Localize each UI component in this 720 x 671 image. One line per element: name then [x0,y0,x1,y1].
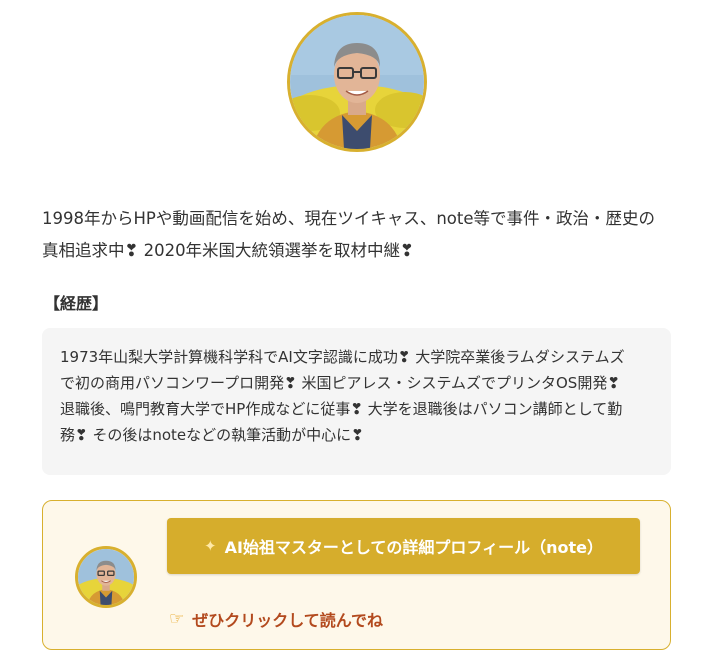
detailed-profile-label: AI始祖マスターとしての詳細プロフィール（note） [224,538,603,557]
profile-avatar [287,12,427,152]
career-box: 1973年山梨大学計算機科学科でAI文字認識に成功❣ 大学院卒業後ラムダシステム… [42,328,671,475]
avatar-photo [290,15,424,149]
card-avatar [75,546,137,608]
pointing-hand-icon: ☞ [169,609,185,629]
detailed-profile-button[interactable]: ✦ AI始祖マスターとしての詳細プロフィール（note） [167,518,640,574]
career-line-3: 退職後、鳴門教育大学でHP作成などに従事❣ 大学を退職後はパソコン講師として勤 [60,400,623,418]
click-cta-label: ぜひクリックして読んでね [192,611,383,630]
click-cta[interactable]: ☞ ぜひクリックして読んでね [169,607,383,631]
card-avatar-photo [78,549,134,605]
career-line-1: 1973年山梨大学計算機科学科でAI文字認識に成功❣ 大学院卒業後ラムダシステム… [60,348,625,366]
career-line-4: 務❣ その後はnoteなどの執筆活動が中心に❣ [60,426,364,444]
profile-card: ✦ AI始祖マスターとしての詳細プロフィール（note） ☞ ぜひクリックして読… [42,500,671,650]
intro-text: 1998年からHPや動画配信を始め、現在ツイキャス、note等で事件・政治・歴史… [42,203,682,267]
intro-line-2: 真相追求中❣ 2020年米国大統領選挙を取材中継❣ [42,241,414,260]
intro-line-1: 1998年からHPや動画配信を始め、現在ツイキャス、note等で事件・政治・歴史… [42,209,656,228]
career-heading: 【経歴】 [44,294,109,313]
career-line-2: で初の商用パソコンワープロ開発❣ 米国ピアレス・システムズでプリンタOS開発❣ [60,374,620,392]
sparkle-icon: ✦ [204,537,217,555]
